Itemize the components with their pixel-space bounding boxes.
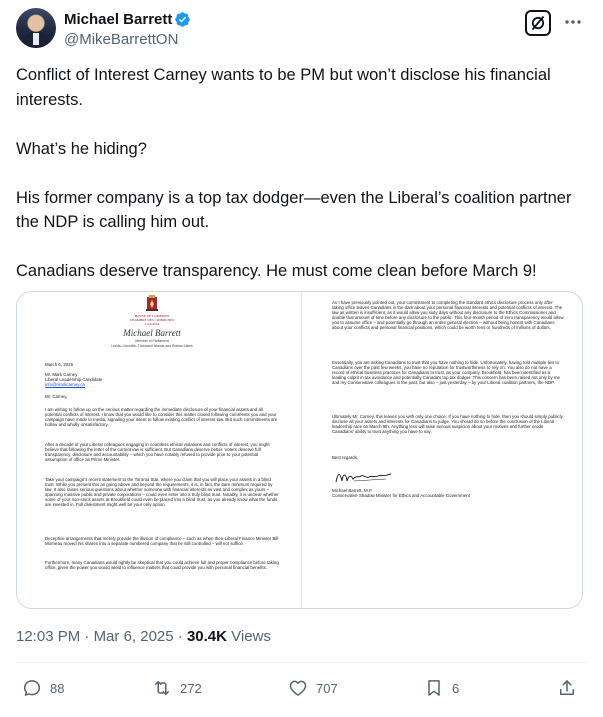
- avatar-shirt: [33, 33, 39, 45]
- repost-button[interactable]: 272: [152, 678, 202, 698]
- letterhead-line-3: CANADA: [144, 322, 160, 326]
- tweet-date[interactable]: Mar 6, 2025: [94, 628, 174, 645]
- letterhead-name: Michael Barrett: [123, 328, 181, 338]
- letter-paragraph: After a decade of your Liberal colleague…: [45, 442, 271, 463]
- letter-paragraph: Take your campaign's recent statement to…: [45, 477, 280, 508]
- letter-paragraph: Ultimately Mr. Carney, this leaves you w…: [332, 414, 565, 435]
- tweet-text: Conflict of Interest Carney wants to be …: [16, 66, 572, 280]
- recipient-email-link[interactable]: info@markcarney.ca: [45, 382, 85, 387]
- parliament-crest-icon: [146, 295, 158, 311]
- bookmark-count: 6: [452, 680, 460, 696]
- reply-icon: [23, 680, 41, 696]
- letter-paragraph: Furthermore, many Canadians would rightl…: [45, 560, 281, 571]
- author-handle[interactable]: @MikeBarrettON: [64, 31, 178, 48]
- heart-icon: [289, 680, 307, 696]
- more-options-icon[interactable]: [563, 12, 583, 32]
- views-count: 30.4K: [186, 628, 227, 645]
- letter-salutation: Mr. Carney,: [45, 394, 68, 399]
- grok-icon: [531, 15, 545, 31]
- letter-paragraph: Deceptive arrangements that merely provi…: [45, 536, 280, 547]
- share-button[interactable]: [557, 678, 577, 698]
- divider: [16, 662, 587, 663]
- bookmark-icon: [428, 680, 440, 696]
- tweet-time[interactable]: 12:03 PM: [16, 628, 80, 645]
- reply-count: 88: [50, 680, 65, 696]
- avatar[interactable]: [16, 8, 56, 48]
- signature-title: Conservative Shadow Minister for Ethics …: [332, 493, 470, 498]
- letter-paragraph: As I have previously pointed out, your c…: [332, 300, 565, 331]
- bookmark-button[interactable]: 6: [424, 678, 459, 698]
- like-button[interactable]: 707: [288, 678, 338, 698]
- handwritten-signature: [335, 473, 392, 483]
- reply-button[interactable]: 88: [22, 678, 64, 698]
- letter-closing: Best regards,: [332, 455, 359, 460]
- grok-button[interactable]: [525, 10, 551, 36]
- repost-count: 272: [180, 680, 202, 696]
- letter-page-2: As I have previously pointed out, your c…: [302, 292, 582, 608]
- letter-paragraph: I am writing to follow up on the serious…: [45, 407, 279, 428]
- author-name[interactable]: Michael Barrett: [64, 11, 172, 28]
- letter-date: March 6, 2025: [45, 362, 74, 367]
- letterhead-riding: Leeds–Grenville–Thousand Islands and Rid…: [111, 344, 193, 348]
- attached-letter-image[interactable]: HOUSE OF COMMONS CHAMBRE DES COMMUNES CA…: [16, 291, 583, 609]
- letterhead-role: Member of Parliament: [135, 339, 169, 343]
- tweet-meta: 12:03 PM · Mar 6, 2025 · 30.4K Views: [16, 628, 271, 645]
- meta-separator: ·: [177, 628, 183, 645]
- like-count: 707: [316, 680, 338, 696]
- letter-page-1: HOUSE OF COMMONS CHAMBRE DES COMMUNES CA…: [17, 292, 302, 608]
- verified-badge-icon: [175, 12, 190, 27]
- views-label: Views: [231, 628, 271, 645]
- repost-icon: [155, 681, 169, 695]
- meta-separator: ·: [84, 628, 90, 645]
- share-icon: [560, 680, 574, 695]
- letter-paragraph: Essentially, you are asking Canadians to…: [332, 360, 562, 386]
